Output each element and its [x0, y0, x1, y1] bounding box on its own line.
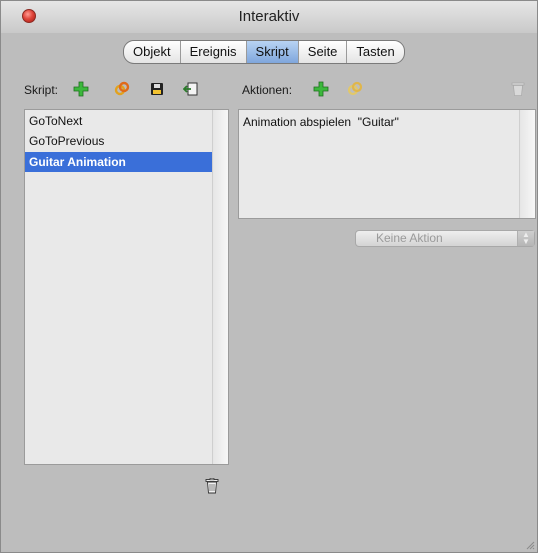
list-item[interactable]: GoToPrevious [25, 131, 212, 151]
link-icon [114, 81, 130, 96]
trash-icon [205, 478, 219, 494]
tab-skript[interactable]: Skript [246, 41, 299, 63]
tab-objekt[interactable]: Objekt [124, 41, 181, 63]
tab-seite[interactable]: Seite [299, 41, 348, 63]
import-icon [183, 82, 198, 96]
list-item[interactable]: Animation abspielen "Guitar" [243, 115, 399, 129]
save-icon [151, 83, 163, 95]
script-list[interactable]: GoToNext GoToPrevious Guitar Animation [24, 109, 229, 465]
title-bar[interactable]: Interaktiv [1, 1, 537, 33]
script-label: Skript: [24, 83, 59, 97]
tab-bar: Objekt Ereignis Skript Seite Tasten [123, 40, 405, 64]
import-script-button[interactable] [183, 81, 199, 97]
actions-label: Aktionen: [242, 83, 293, 97]
delete-action-button[interactable] [511, 81, 525, 97]
link-action-button[interactable] [347, 81, 363, 97]
script-list-scrollbar[interactable] [212, 110, 228, 464]
resize-grip-icon[interactable] [525, 540, 535, 550]
add-icon [73, 81, 89, 97]
list-item-selected[interactable]: Guitar Animation [25, 152, 212, 172]
window-title: Interaktiv [238, 8, 300, 25]
add-script-button[interactable] [73, 81, 89, 97]
tab-tasten[interactable]: Tasten [347, 41, 403, 63]
action-type-dropdown[interactable]: Keine Aktion ▲ ▼ [355, 230, 535, 247]
action-list-scrollbar[interactable] [519, 110, 535, 218]
updown-arrows-icon: ▲ ▼ [517, 231, 534, 246]
action-list[interactable]: Animation abspielen "Guitar" [238, 109, 536, 219]
link-script-button[interactable] [114, 81, 130, 97]
tab-ereignis[interactable]: Ereignis [181, 41, 247, 63]
list-item[interactable]: GoToNext [25, 111, 212, 131]
interaktiv-window: Interaktiv Objekt Ereignis Skript Seite … [0, 0, 538, 553]
add-icon [313, 81, 329, 97]
trash-icon [511, 82, 525, 96]
dropdown-value: Keine Aktion [376, 231, 443, 245]
add-action-button[interactable] [313, 81, 329, 97]
link-icon [347, 81, 363, 96]
delete-script-button[interactable] [205, 478, 219, 494]
save-script-button[interactable] [149, 81, 165, 97]
